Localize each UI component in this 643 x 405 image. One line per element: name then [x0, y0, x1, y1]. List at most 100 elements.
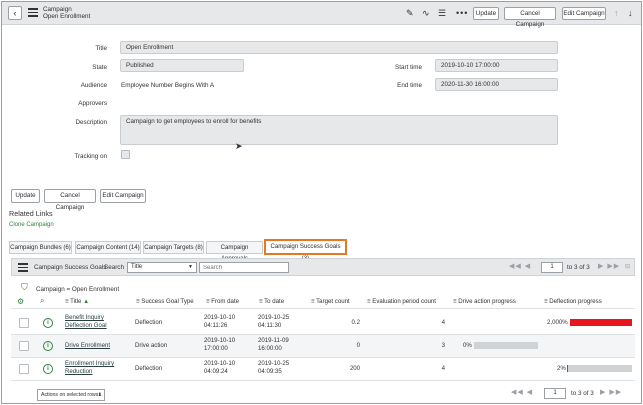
row-target-count: 0 — [356, 342, 360, 349]
actions-select-value: Actions on selected rows... — [41, 392, 103, 398]
header-cancel-campaign-button[interactable]: Cancel Campaign — [504, 7, 556, 28]
deflection-progress-fill — [567, 365, 569, 372]
table-row: i Enrollment Inquiry Reduction Deflection… — [11, 358, 635, 380]
first-prev-page-icons[interactable]: ◀◀ ◀ — [509, 261, 531, 273]
row-drive-value: 0% — [463, 342, 472, 349]
row-title-line1[interactable]: Benefit Inquiry — [65, 314, 104, 321]
deflection-progress-bar — [567, 365, 632, 372]
search-input[interactable] — [199, 262, 289, 273]
row-title-line1[interactable]: Drive Enrollment — [65, 342, 110, 349]
tab-campaign-targets[interactable]: Campaign Targets (8) — [143, 241, 204, 254]
row-title-link[interactable]: Drive Enrollment — [65, 342, 110, 350]
tab-campaign-bundles[interactable]: Campaign Bundles (6) — [9, 241, 72, 254]
start-time-field[interactable]: 2019-10-10 17:00:00 — [435, 59, 558, 72]
end-time-label: End time — [397, 82, 422, 89]
col-evaluation-period-label: Evaluation period count — [372, 298, 436, 305]
filter-breadcrumb: Campaign = Open Enrollment — [36, 286, 120, 293]
clone-campaign-link[interactable]: Clone Campaign — [9, 222, 54, 228]
col-target-count[interactable]: ≡ Target count — [311, 298, 350, 305]
dropdown-caret-icon: ▼ — [188, 264, 193, 270]
app-window: ‹ Campaign Open Enrollment ✎ ∿ ☰ ••• Upd… — [1, 1, 642, 404]
col-deflection-progress[interactable]: ≡ Deflection progress — [544, 298, 602, 305]
col-goal-type[interactable]: ≡ Success Goal Type — [136, 298, 194, 305]
row-to-date: 2019-10-25 04:09:35 — [258, 360, 290, 375]
list-toolbar: Campaign Success Goals Search Title ▼ ◀◀ … — [11, 258, 635, 276]
settings-sliders-icon[interactable]: ☰ — [438, 7, 446, 19]
footer-first-prev-icons[interactable]: ◀◀ ◀ — [511, 387, 533, 399]
list-settings-gear-icon[interactable]: ⚙ — [17, 297, 24, 306]
more-icon[interactable]: ••• — [456, 7, 468, 19]
page-number-input[interactable]: 1 — [541, 262, 563, 273]
row-eval-count: 4 — [441, 365, 445, 372]
tab-campaign-approvals[interactable]: Campaign Approvals — [206, 241, 263, 262]
tracking-on-label: Tracking on — [74, 153, 107, 160]
tab-campaign-content[interactable]: Campaign Content (14) — [75, 241, 141, 254]
row-eval-count: 4 — [441, 319, 445, 326]
col-from-date[interactable]: ≡ From date — [206, 298, 239, 305]
row-checkbox[interactable] — [19, 341, 29, 351]
list-menu-icon[interactable] — [18, 263, 28, 273]
tracking-on-checkbox[interactable] — [121, 150, 130, 159]
row-title-line1[interactable]: Enrollment Inquiry — [65, 360, 114, 367]
state-field[interactable]: Published — [120, 59, 244, 72]
hamburger-menu-icon[interactable] — [28, 8, 38, 18]
title-label: Title — [95, 45, 107, 52]
title-field[interactable]: Open Enrollment — [120, 41, 558, 54]
cancel-campaign-button[interactable]: Cancel Campaign — [44, 189, 96, 211]
row-deflection-value: 2% — [557, 365, 566, 372]
row-title-line2[interactable]: Deflection Goal — [65, 322, 107, 329]
row-checkbox[interactable] — [19, 364, 29, 374]
description-field[interactable]: Campaign to get employees to enroll for … — [120, 115, 558, 145]
tab-campaign-success-goals[interactable]: Campaign Success Goals (3) — [264, 239, 347, 262]
mouse-cursor-icon: ➤ — [235, 141, 243, 151]
page-range: to 3 of 3 — [567, 264, 590, 271]
row-title-line2[interactable]: Reduction — [65, 368, 92, 375]
row-checkbox[interactable] — [19, 318, 29, 328]
actions-select[interactable]: Actions on selected rows... ⬍ — [37, 389, 105, 401]
col-evaluation-period[interactable]: ≡ Evaluation period count — [367, 298, 436, 305]
row-goal-type: Drive action — [135, 342, 168, 349]
related-list-tabs: Campaign Bundles (6) Campaign Content (1… — [9, 239, 639, 262]
arrow-down-icon[interactable]: ↓ — [628, 7, 633, 19]
row-goal-type: Deflection — [135, 319, 163, 326]
arrow-up-icon[interactable]: ↑ — [614, 7, 619, 19]
footer-next-last-icons[interactable]: ▶ ▶▶ — [600, 387, 622, 399]
footer-page-input[interactable]: 1 — [544, 388, 566, 399]
select-caret-icon: ⬍ — [97, 392, 102, 398]
edit-campaign-button[interactable]: Edit Campaign — [100, 189, 146, 203]
form-header: ‹ Campaign Open Enrollment ✎ ∿ ☰ ••• Upd… — [2, 2, 641, 28]
end-time-field[interactable]: 2020-11-30 16:00:00 — [435, 78, 558, 91]
col-goal-type-label: Success Goal Type — [141, 298, 194, 305]
search-field-select[interactable]: Title ▼ — [127, 262, 197, 273]
table-row: i Drive Enrollment Drive action 2019-10-… — [11, 335, 635, 357]
col-title[interactable]: ≡ Title ▲ — [65, 298, 89, 305]
row-title-link[interactable]: Benefit Inquiry Deflection Goal — [65, 314, 107, 330]
col-title-label: Title — [70, 298, 82, 305]
drive-progress-bar — [474, 342, 538, 349]
paperclip-icon[interactable]: ✎ — [406, 7, 414, 19]
search-field-value: Title — [131, 264, 143, 270]
header-update-button[interactable]: Update — [473, 7, 499, 20]
header-edit-campaign-button[interactable]: Edit Campaign — [562, 7, 606, 20]
activity-icon[interactable]: ∿ — [422, 7, 430, 19]
col-drive-progress[interactable]: ≡ Drive action progress — [453, 298, 516, 305]
start-time-label: Start time — [395, 64, 422, 71]
row-title-link[interactable]: Enrollment Inquiry Reduction — [65, 360, 114, 376]
collapse-icon[interactable]: ⊟ — [625, 261, 631, 273]
info-icon[interactable]: i — [43, 341, 53, 351]
col-to-date[interactable]: ≡ To date — [259, 298, 284, 305]
search-icon[interactable]: ⌕ — [40, 296, 44, 306]
header-title: Campaign Open Enrollment — [43, 6, 90, 20]
update-button[interactable]: Update — [11, 189, 40, 203]
audience-value: Employee Number Begins With A — [121, 82, 215, 89]
next-last-page-icons[interactable]: ▶ ▶▶ — [598, 261, 620, 273]
approvers-label: Approvers — [78, 100, 107, 107]
header-record-name: Open Enrollment — [43, 13, 91, 20]
info-icon[interactable]: i — [43, 318, 53, 328]
filter-icon[interactable]: ⛉ — [21, 282, 28, 293]
chevron-left-icon: ‹ — [13, 8, 17, 18]
back-button[interactable]: ‹ — [8, 6, 22, 20]
info-icon[interactable]: i — [43, 364, 53, 374]
header-table-name: Campaign — [43, 6, 72, 13]
col-from-date-label: From date — [211, 298, 240, 305]
